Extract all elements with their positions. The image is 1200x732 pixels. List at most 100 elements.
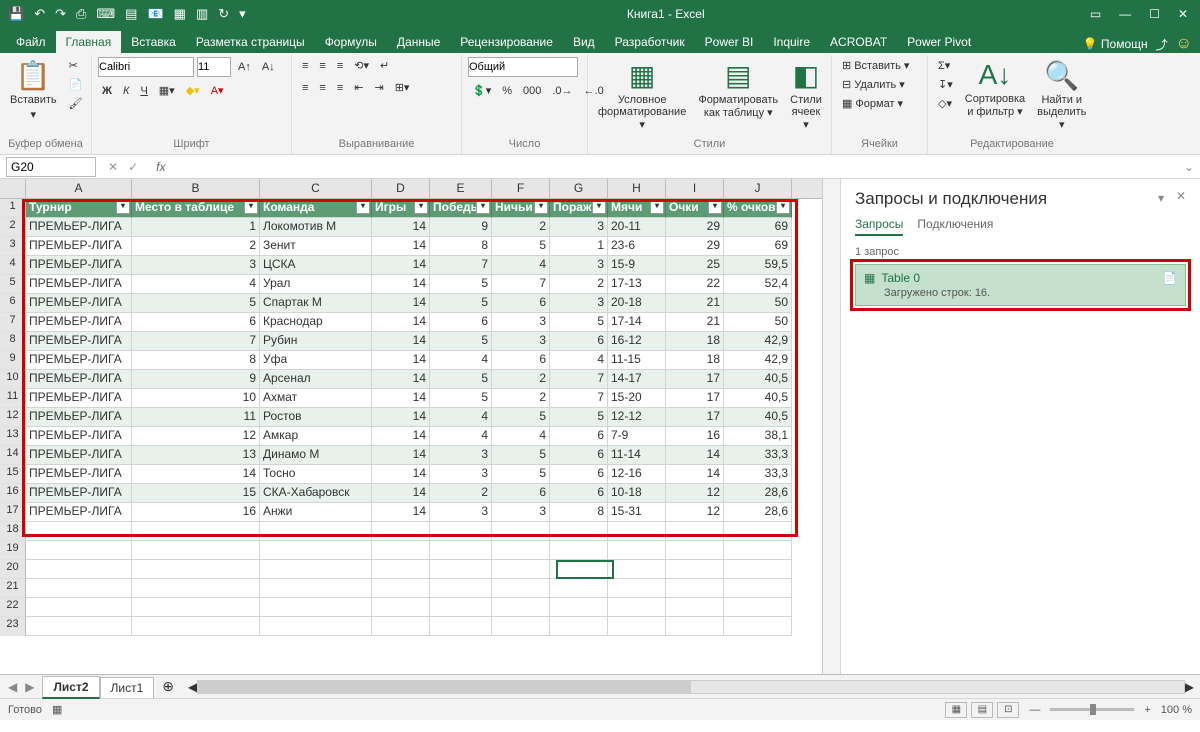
maximize-icon[interactable]: ☐ (1149, 7, 1160, 21)
align-middle-button[interactable]: ≡ (315, 58, 329, 74)
account-icon[interactable]: ☺ (1176, 35, 1192, 53)
query-refresh-icon[interactable]: 📄 (1162, 271, 1177, 285)
table-cell[interactable]: 15-20 (608, 389, 666, 408)
sheet-tab-1[interactable]: Лист1 (100, 677, 155, 698)
qat-refresh-icon[interactable]: ↻ (218, 6, 229, 22)
table-cell[interactable]: 8 (430, 237, 492, 256)
row-header[interactable]: 19 (0, 541, 26, 560)
table-cell[interactable]: 14 (372, 465, 430, 484)
table-cell[interactable]: ЦСКА (260, 256, 372, 275)
table-header-cell[interactable]: Победы▾ (430, 199, 492, 218)
table-cell[interactable]: 7 (132, 332, 260, 351)
table-cell[interactable] (550, 579, 608, 598)
table-cell[interactable] (132, 598, 260, 617)
table-cell[interactable]: 5 (492, 446, 550, 465)
tab-inquire[interactable]: Inquire (763, 31, 820, 53)
table-cell[interactable] (26, 560, 132, 579)
table-cell[interactable]: Уфа (260, 351, 372, 370)
autosum-button[interactable]: Σ▾ (934, 57, 957, 74)
cancel-formula-icon[interactable]: ✕ (108, 160, 118, 174)
table-cell[interactable]: 11-14 (608, 446, 666, 465)
table-cell[interactable] (666, 598, 724, 617)
table-cell[interactable] (666, 560, 724, 579)
table-cell[interactable]: 28,6 (724, 503, 792, 522)
align-left-button[interactable]: ≡ (298, 80, 312, 96)
qat-icon-8[interactable]: ▥ (196, 6, 208, 22)
table-cell[interactable] (26, 598, 132, 617)
table-cell[interactable]: 6 (492, 351, 550, 370)
table-header-cell[interactable]: Турнир▾ (26, 199, 132, 218)
table-cell[interactable]: 14 (372, 332, 430, 351)
table-cell[interactable]: 17 (666, 389, 724, 408)
table-header-cell[interactable]: Место в таблице▾ (132, 199, 260, 218)
table-cell[interactable] (492, 560, 550, 579)
percent-button[interactable]: % (498, 83, 516, 99)
table-cell[interactable]: 2 (550, 275, 608, 294)
align-top-button[interactable]: ≡ (298, 58, 312, 74)
table-cell[interactable]: 33,3 (724, 446, 792, 465)
tab-power bi[interactable]: Power BI (695, 31, 764, 53)
copy-button[interactable]: 📄 (65, 76, 87, 93)
fill-color-button[interactable]: ◆▾ (182, 82, 204, 99)
table-cell[interactable] (550, 617, 608, 636)
table-cell[interactable]: 7-9 (608, 427, 666, 446)
table-cell[interactable]: 4 (430, 427, 492, 446)
table-cell[interactable]: 29 (666, 237, 724, 256)
table-cell[interactable] (492, 617, 550, 636)
align-bottom-button[interactable]: ≡ (333, 58, 347, 74)
table-cell[interactable]: 6 (492, 484, 550, 503)
table-cell[interactable]: 14 (666, 465, 724, 484)
table-cell[interactable]: Арсенал (260, 370, 372, 389)
table-cell[interactable] (430, 560, 492, 579)
row-header[interactable]: 22 (0, 598, 26, 617)
table-cell[interactable] (724, 579, 792, 598)
format-painter-button[interactable]: 🖌 (65, 95, 87, 112)
table-cell[interactable]: 69 (724, 218, 792, 237)
table-cell[interactable]: ПРЕМЬЕР-ЛИГА (26, 256, 132, 275)
table-cell[interactable]: 5 (132, 294, 260, 313)
qat-icon-7[interactable]: ▦ (174, 6, 186, 22)
table-header-cell[interactable]: Игры▾ (372, 199, 430, 218)
table-cell[interactable]: 14 (372, 389, 430, 408)
table-cell[interactable]: 13 (132, 446, 260, 465)
table-cell[interactable] (430, 598, 492, 617)
table-cell[interactable] (260, 541, 372, 560)
table-cell[interactable]: 5 (430, 389, 492, 408)
table-header-cell[interactable]: Команда▾ (260, 199, 372, 218)
qat-more-icon[interactable]: ▾ (239, 6, 246, 22)
filter-dropdown-icon[interactable]: ▾ (776, 200, 790, 214)
table-cell[interactable]: 5 (492, 237, 550, 256)
table-cell[interactable]: 4 (430, 351, 492, 370)
table-cell[interactable]: 14 (666, 446, 724, 465)
table-cell[interactable]: 50 (724, 294, 792, 313)
conditional-format-button[interactable]: ▦Условное форматирование ▾ (594, 57, 690, 133)
filter-dropdown-icon[interactable]: ▾ (650, 200, 664, 214)
row-header[interactable]: 16 (0, 484, 26, 503)
table-cell[interactable]: 40,5 (724, 389, 792, 408)
table-cell[interactable] (608, 617, 666, 636)
name-box[interactable] (6, 157, 96, 177)
col-header-C[interactable]: C (260, 179, 372, 198)
table-cell[interactable]: 12-16 (608, 465, 666, 484)
table-cell[interactable] (666, 522, 724, 541)
table-cell[interactable]: 7 (550, 370, 608, 389)
table-cell[interactable] (260, 579, 372, 598)
format-cells-button[interactable]: ▦ Формат ▾ (838, 95, 907, 112)
table-cell[interactable]: ПРЕМЬЕР-ЛИГА (26, 237, 132, 256)
table-cell[interactable]: 20-11 (608, 218, 666, 237)
border-button[interactable]: ▦▾ (155, 82, 179, 99)
table-cell[interactable]: Зенит (260, 237, 372, 256)
select-all-corner[interactable] (0, 179, 26, 198)
tab-вид[interactable]: Вид (563, 31, 605, 53)
col-header-J[interactable]: J (724, 179, 792, 198)
table-cell[interactable]: 21 (666, 313, 724, 332)
table-cell[interactable]: Ахмат (260, 389, 372, 408)
table-header-cell[interactable]: Ничьи▾ (492, 199, 550, 218)
table-cell[interactable] (132, 522, 260, 541)
table-cell[interactable] (492, 522, 550, 541)
tab-разработчик[interactable]: Разработчик (605, 31, 695, 53)
col-header-A[interactable]: A (26, 179, 132, 198)
row-header[interactable]: 13 (0, 427, 26, 446)
table-cell[interactable]: 14 (372, 275, 430, 294)
table-cell[interactable]: 38,1 (724, 427, 792, 446)
